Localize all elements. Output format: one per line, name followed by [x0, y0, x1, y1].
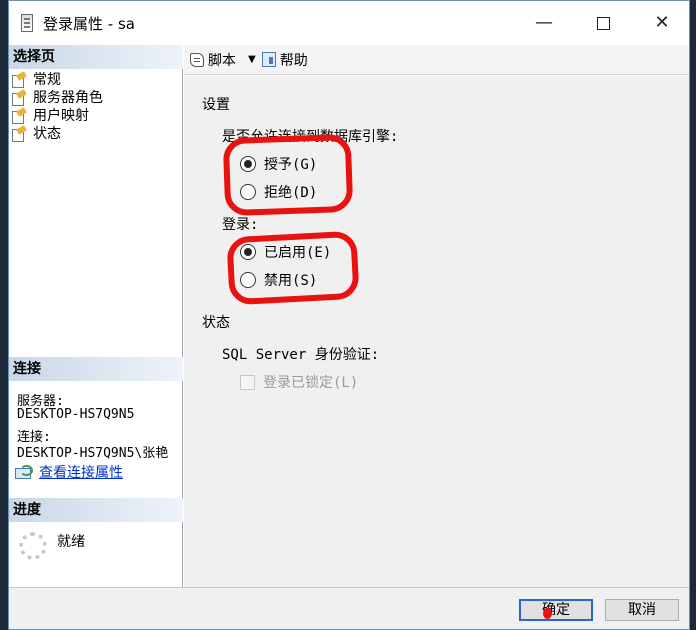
sidebar-item-user-mapping[interactable]: 用户映射	[11, 107, 103, 125]
annotation-circle-login	[226, 230, 360, 306]
content-panel: 设置 是否允许连接到数据库引擎: 授予(G) 拒绝(D) 登录: 已启用(E) …	[184, 76, 689, 587]
title-bar[interactable]: 登录属性 - sa — ✕	[9, 1, 689, 45]
connection-properties-icon	[15, 465, 33, 479]
checkbox	[240, 374, 255, 390]
progress-spinner-icon	[19, 532, 47, 560]
view-connection-properties-link[interactable]: 查看连接属性	[15, 462, 123, 482]
progress-status: 就绪	[57, 534, 85, 550]
page-icon	[11, 91, 27, 106]
login-label: 登录:	[222, 217, 259, 233]
left-pane: 选择页 常规 服务器角色 用户映射 状态 连接 服务器: DESKTOP-HS7…	[9, 45, 183, 587]
sidebar-item-label: 状态	[33, 126, 61, 142]
sql-auth-label: SQL Server 身份验证:	[222, 347, 380, 363]
link-label: 查看连接属性	[39, 465, 123, 481]
annotation-dot	[543, 608, 552, 619]
minimize-button[interactable]: —	[515, 1, 573, 45]
settings-title: 设置	[202, 97, 230, 113]
toolbar: 脚本 ▼ 帮助	[184, 45, 689, 75]
script-dropdown-icon[interactable]: ▼	[248, 54, 256, 65]
progress-header: 进度	[9, 498, 183, 522]
ok-button[interactable]: 确定	[519, 599, 593, 621]
sidebar-item-status[interactable]: 状态	[11, 125, 103, 143]
connection-value: DESKTOP-HS7Q9N5\张艳	[17, 446, 169, 461]
cancel-button[interactable]: 取消	[605, 599, 679, 621]
sidebar-item-label: 服务器角色	[33, 90, 103, 106]
annotation-circle-permission	[222, 133, 354, 217]
sidebar-item-label: 用户映射	[33, 108, 89, 124]
help-icon	[261, 52, 276, 67]
button-bar: 确定 取消	[9, 587, 689, 629]
app-icon	[21, 14, 33, 32]
help-label: 帮助	[279, 52, 308, 69]
server-value: DESKTOP-HS7Q9N5	[17, 407, 135, 422]
help-button[interactable]: 帮助	[261, 50, 308, 70]
sidebar-item-label: 常规	[33, 72, 61, 88]
page-icon	[11, 127, 27, 142]
locked-label: 登录已锁定(L)	[263, 375, 359, 391]
page-icon	[11, 109, 27, 124]
script-icon	[190, 52, 204, 67]
login-properties-window: 登录属性 - sa — ✕ 选择页 常规 服务器角色 用户映射 状态 连接 服务…	[8, 0, 690, 630]
maximize-button[interactable]	[574, 1, 632, 45]
script-label: 脚本	[208, 52, 236, 69]
login-locked-checkbox: 登录已锁定(L)	[240, 372, 358, 392]
close-button[interactable]: ✕	[633, 1, 689, 45]
sidebar-item-general[interactable]: 常规	[11, 71, 103, 89]
page-icon	[11, 73, 27, 88]
script-button[interactable]: 脚本	[190, 50, 236, 70]
select-page-header: 选择页	[9, 45, 183, 69]
connection-header: 连接	[9, 357, 183, 381]
window-title: 登录属性 - sa	[43, 15, 135, 33]
sidebar-item-server-roles[interactable]: 服务器角色	[11, 89, 103, 107]
maximize-icon	[596, 16, 610, 30]
page-list: 常规 服务器角色 用户映射 状态	[11, 71, 103, 143]
status-title: 状态	[202, 315, 230, 331]
